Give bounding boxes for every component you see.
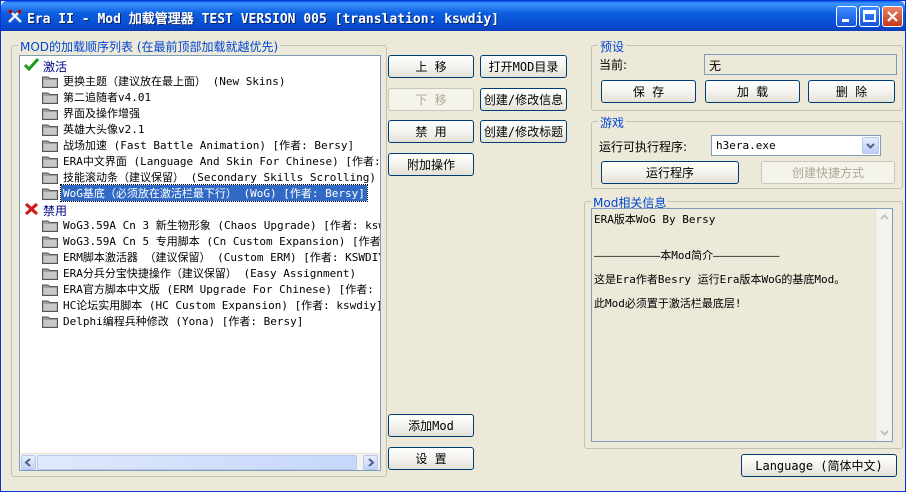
crossed-swords-icon xyxy=(7,8,23,24)
tree-item-disabled[interactable]: Delphi编程兵种修改 (Yona) [作者: Bersy] xyxy=(42,313,305,329)
info-line: 此Mod必须置于激活栏最底层! xyxy=(594,297,742,310)
red-x-icon xyxy=(24,202,39,219)
tree-item-label: 英雄大头像v2.1 xyxy=(63,123,145,136)
folder-icon xyxy=(42,316,58,328)
edit-title-button[interactable]: 创建/修改标题 xyxy=(480,120,567,143)
folder-icon xyxy=(42,188,58,200)
chevron-down-icon[interactable] xyxy=(862,137,879,154)
load-order-group-title: MOD的加载顺序列表 (在最前顶部加载就越优先) xyxy=(18,38,281,55)
folder-icon xyxy=(42,300,58,312)
folder-icon xyxy=(42,172,58,184)
tree-item-label: ERA中文界面 (Language And Skin For Chinese) … xyxy=(63,155,381,168)
folder-icon xyxy=(42,252,58,264)
exe-label: 运行可执行程序: xyxy=(599,140,688,154)
folder-icon xyxy=(42,236,58,248)
tree-item-disabled[interactable]: WoG3.59A Cn 5 专用脚本 (Cn Custom Expansion)… xyxy=(42,233,381,249)
info-vertical-scrollbar[interactable] xyxy=(875,209,892,441)
add-mod-button[interactable]: 添加Mod xyxy=(388,414,474,437)
checkmark-icon xyxy=(23,57,40,74)
folder-icon xyxy=(42,284,58,296)
close-button[interactable] xyxy=(882,6,903,27)
tree-item-disabled[interactable]: ERA分兵分宝快捷操作（建议保留） (Easy Assignment) xyxy=(42,265,358,281)
disable-button[interactable]: 禁 用 xyxy=(388,120,474,143)
window-title: Era II - Mod 加载管理器 TEST VERSION 005 [tra… xyxy=(27,12,499,27)
chevron-right-icon xyxy=(368,458,375,467)
move-up-button[interactable]: 上 移 xyxy=(388,55,474,78)
mod-manager-window: Era II - Mod 加载管理器 TEST VERSION 005 [tra… xyxy=(0,0,906,492)
scroll-right-button[interactable] xyxy=(363,455,378,470)
run-game-button[interactable]: 运行程序 xyxy=(601,161,739,184)
tree-item-label: 第二追随者v4.01 xyxy=(63,91,152,104)
folder-icon xyxy=(42,220,58,232)
open-mod-dir-button[interactable]: 打开MOD目录 xyxy=(480,55,567,78)
create-shortcut-button[interactable]: 创建快捷方式 xyxy=(761,161,895,184)
chevron-left-icon xyxy=(24,458,31,467)
tree-item-disabled[interactable]: ERM脚本激活器 （建议保留） (Custom ERM) [作者: KSWDIY xyxy=(42,249,381,265)
language-button[interactable]: Language (简体中文) xyxy=(741,454,897,477)
tree-item-enabled[interactable]: 更换主题（建议放在最上面） (New Skins) xyxy=(42,73,287,89)
tree-item-label: WoG3.59A Cn 3 新生物形象 (Chaos Upgrade) [作者:… xyxy=(63,219,381,232)
tree-item-label: 更换主题（建议放在最上面） (New Skins) xyxy=(63,75,286,88)
tree-item-enabled[interactable]: ERA中文界面 (Language And Skin For Chinese) … xyxy=(42,153,381,169)
scroll-left-button[interactable] xyxy=(21,455,36,470)
chevron-up-icon[interactable] xyxy=(876,209,893,226)
tree-item-enabled[interactable]: 英雄大头像v2.1 xyxy=(42,121,147,137)
chevron-down-icon[interactable] xyxy=(876,424,893,441)
tree-item-label: 界面及操作增强 xyxy=(63,107,140,120)
tree-item-enabled[interactable]: 第二追随者v4.01 xyxy=(42,89,153,105)
info-line: ERA版本WoG By Bersy xyxy=(594,213,716,226)
title-bar[interactable]: Era II - Mod 加载管理器 TEST VERSION 005 [tra… xyxy=(1,1,905,31)
current-preset-field: 无 xyxy=(704,54,897,75)
load-preset-button[interactable]: 加 载 xyxy=(705,80,800,103)
mod-tree[interactable]: 激活 更换主题（建议放在最上面） (New Skins) 第二追随者v4.01 界面… xyxy=(19,55,381,471)
tree-item-enabled[interactable]: 战场加速 (Fast Battle Animation) [作者: Bersy] xyxy=(42,137,356,153)
tree-item-label: 战场加速 (Fast Battle Animation) [作者: Bersy] xyxy=(63,139,355,152)
disabled-group-label: 禁用 xyxy=(43,203,68,218)
minimize-button[interactable] xyxy=(836,6,857,27)
folder-icon xyxy=(42,268,58,280)
settings-button[interactable]: 设 置 xyxy=(388,447,474,470)
folder-icon xyxy=(42,76,58,88)
maximize-button[interactable] xyxy=(859,6,880,27)
tree-item-enabled[interactable]: WoG基底（必须放在激活栏最下行） (WoG) [作者: Bersy] xyxy=(42,184,368,202)
folder-icon xyxy=(42,92,58,104)
tree-item-disabled[interactable]: ERA官方脚本中文版 (ERM Upgrade For Chinese) [作者… xyxy=(42,281,381,297)
tree-group-enabled[interactable]: 激活 xyxy=(23,57,68,74)
tree-item-enabled[interactable]: 界面及操作增强 xyxy=(42,105,142,121)
folder-icon xyxy=(42,156,58,168)
save-preset-button[interactable]: 保 存 xyxy=(601,80,696,103)
tree-item-label: WoG3.59A Cn 5 专用脚本 (Cn Custom Expansion)… xyxy=(63,235,381,248)
tree-item-enabled[interactable]: 技能滚动条（建议保留） (Secondary Skills Scrolling) xyxy=(42,169,378,185)
preset-group-title: 预设 xyxy=(598,38,627,55)
folder-icon xyxy=(42,140,58,152)
enabled-group-label: 激活 xyxy=(43,59,68,74)
mod-info-text[interactable]: ERA版本WoG By Bersy ——————————本Mod简介———————… xyxy=(591,208,893,442)
tree-item-label: ERM脚本激活器 （建议保留） (Custom ERM) [作者: KSWDIY xyxy=(63,251,381,264)
tree-item-disabled[interactable]: WoG3.59A Cn 3 新生物形象 (Chaos Upgrade) [作者:… xyxy=(42,217,381,233)
scroll-thumb[interactable] xyxy=(37,455,357,470)
info-line: ——————————本Mod简介—————————— xyxy=(594,249,780,262)
tree-item-label: 技能滚动条（建议保留） (Secondary Skills Scrolling) xyxy=(63,171,377,184)
folder-icon xyxy=(42,108,58,120)
tree-item-label: ERA官方脚本中文版 (ERM Upgrade For Chinese) [作者… xyxy=(63,283,381,296)
extra-ops-button[interactable]: 附加操作 xyxy=(388,153,474,176)
tree-group-disabled[interactable]: 禁用 xyxy=(24,202,67,218)
current-preset-label: 当前: xyxy=(599,58,628,72)
tree-item-label: Delphi编程兵种修改 (Yona) [作者: Bersy] xyxy=(63,315,304,328)
exe-select-value: h3era.exe xyxy=(716,139,776,152)
tree-item-disabled[interactable]: HC论坛实用脚本 (HC Custom Expansion) [作者: kswd… xyxy=(42,297,381,313)
folder-icon xyxy=(42,124,58,136)
game-group-title: 游戏 xyxy=(598,114,627,131)
delete-preset-button[interactable]: 删 除 xyxy=(808,80,895,103)
tree-item-label: WoG基底（必须放在激活栏最下行） (WoG) [作者: Bersy] xyxy=(60,184,368,202)
move-down-button[interactable]: 下 移 xyxy=(388,88,474,111)
exe-select[interactable]: h3era.exe xyxy=(711,135,881,156)
edit-info-button[interactable]: 创建/修改信息 xyxy=(480,88,567,111)
tree-item-label: ERA分兵分宝快捷操作（建议保留） (Easy Assignment) xyxy=(63,267,357,280)
info-line: 这是Era作者Besry 运行Era版本WoG的基底Mod。 xyxy=(594,273,846,286)
tree-horizontal-scrollbar[interactable] xyxy=(20,453,380,470)
tree-item-label: HC论坛实用脚本 (HC Custom Expansion) [作者: kswd… xyxy=(63,299,381,312)
